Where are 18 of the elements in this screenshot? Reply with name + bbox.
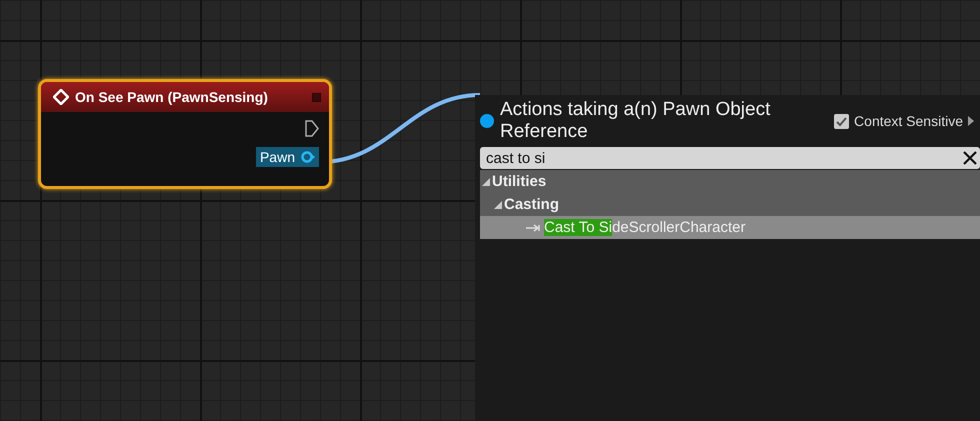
context-checkbox[interactable] [834, 114, 850, 128]
node-title: On See Pawn (PawnSensing) [75, 89, 269, 105]
event-node[interactable]: On See Pawn (PawnSensing) Pawn [38, 79, 332, 189]
clear-icon[interactable] [963, 151, 977, 165]
pin-dot-icon [480, 114, 494, 128]
exec-pin-icon[interactable] [305, 120, 319, 137]
context-label: Context Sensitive [854, 113, 963, 129]
menu-title: Actions taking a(n) Pawn Object Reference [500, 99, 772, 143]
expand-arrow-icon[interactable] [494, 200, 502, 208]
category-label[interactable]: Utilities [492, 173, 546, 190]
expand-arrow-icon[interactable] [968, 116, 974, 126]
pawn-output-pin[interactable]: Pawn [256, 147, 319, 167]
category-label[interactable]: Casting [504, 196, 560, 213]
event-diamond-icon [53, 89, 69, 105]
pin-circle-icon [301, 151, 315, 163]
expand-arrow-icon[interactable] [482, 178, 490, 186]
cast-arrow-icon [526, 224, 542, 232]
search-field[interactable]: cast to si [480, 147, 980, 169]
